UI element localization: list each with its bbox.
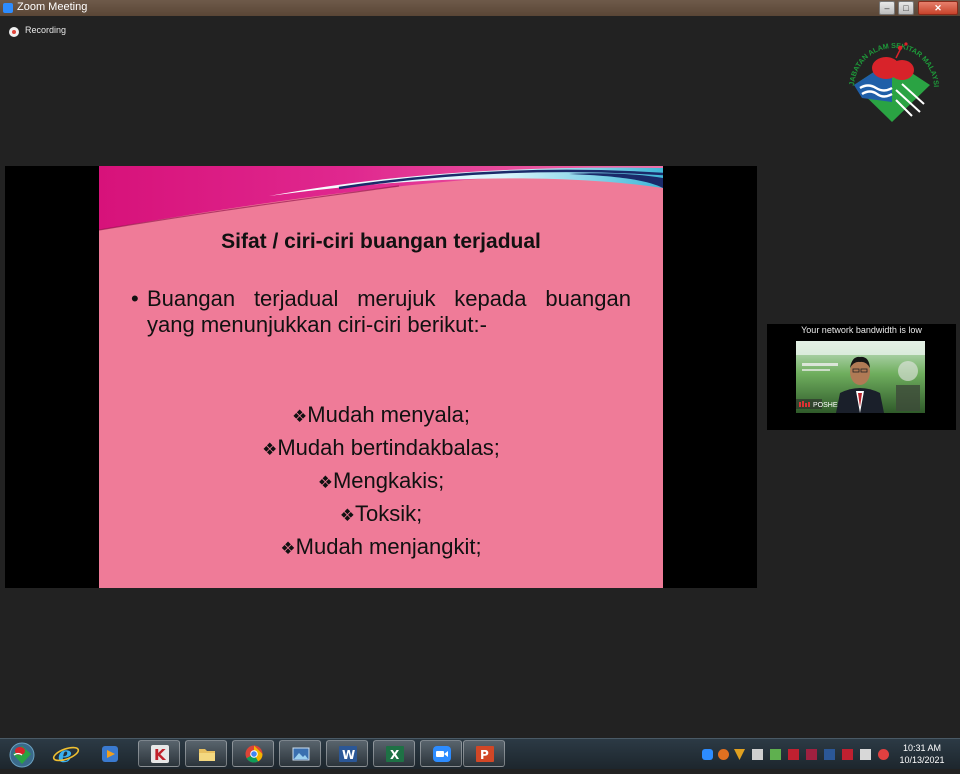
action-center-icon[interactable] (860, 749, 871, 760)
kaspersky-icon[interactable]: K (138, 740, 180, 767)
tray-app-icon[interactable] (752, 749, 763, 760)
jas-logo: JABATAN ALAM SEKITAR MALAYSIA (837, 23, 946, 126)
slide-bullet: • Buangan terjadual merujuk kepada buang… (131, 286, 631, 338)
participant-video[interactable]: POSHE (796, 341, 925, 413)
network-warning-icon[interactable] (734, 749, 745, 760)
ie-icon[interactable]: e (52, 741, 84, 768)
zoom-app-icon (3, 3, 13, 13)
poshe-label: POSHE (813, 402, 838, 409)
slide-item: ❖Mudah menyala; (292, 402, 470, 427)
svg-text:X: X (390, 748, 400, 762)
slide-title: Sifat / ciri-ciri buangan terjadual (221, 230, 541, 253)
window-title: Zoom Meeting (17, 1, 88, 13)
tray-app-icon[interactable] (842, 749, 853, 760)
start-button[interactable] (5, 741, 37, 768)
diamond-bullet-icon: ❖ (262, 440, 278, 459)
diamond-bullet-icon: ❖ (339, 506, 355, 525)
slide-banner-graphic (99, 166, 663, 231)
excel-icon[interactable]: X (373, 740, 415, 767)
bullet-text: Buangan terjadual merujuk kepada buangan… (147, 286, 631, 337)
close-button[interactable]: ✕ (918, 1, 958, 15)
slide-item: ❖Mengkakis; (317, 468, 445, 493)
svg-text:K: K (154, 746, 167, 763)
slide-item-list: ❖Mudah menyala; ❖Mudah bertindakbalas; ❖… (99, 398, 663, 563)
file-explorer-icon[interactable] (185, 740, 227, 767)
slide-item: ❖Toksik; (339, 501, 423, 526)
photo-viewer-icon[interactable] (279, 740, 321, 767)
participant-video-panel[interactable]: Your network bandwidth is low POSHE (767, 324, 956, 430)
chrome-icon[interactable] (232, 740, 274, 767)
window-title-bar: Zoom Meeting – □ ✕ (0, 0, 960, 16)
kaspersky-tray-icon[interactable] (788, 749, 799, 760)
system-clock[interactable]: 10:31 AM 10/13/2021 (892, 742, 952, 766)
avast-tray-icon[interactable] (718, 749, 729, 760)
maximize-button[interactable]: □ (898, 1, 914, 15)
bullet-marker: • (131, 286, 139, 311)
word-tray-icon[interactable] (824, 749, 835, 760)
slide-item: ❖Mudah bertindakbalas; (262, 435, 500, 460)
powerpoint-icon[interactable]: P (463, 740, 505, 767)
bandwidth-notice: Your network bandwidth is low (801, 325, 922, 335)
svg-text:P: P (480, 748, 489, 762)
diamond-bullet-icon: ❖ (280, 539, 296, 558)
windows-taskbar: e K W X P 10:31 AM 10/13/2021 (0, 738, 960, 769)
clock-time: 10:31 AM (902, 743, 942, 753)
clock-date: 10/13/2021 (899, 755, 945, 765)
zoom-icon[interactable] (420, 740, 462, 767)
slide-item: ❖Mudah menjangkit; (280, 534, 482, 559)
volume-icon[interactable] (878, 749, 889, 760)
media-player-icon[interactable] (96, 741, 128, 767)
recording-icon (9, 27, 19, 37)
svg-text:e: e (58, 742, 72, 767)
recording-label: Recording (25, 25, 67, 35)
presentation-slide: Sifat / ciri-ciri buangan terjadual • Bu… (99, 166, 663, 588)
svg-text:W: W (342, 748, 355, 762)
diamond-bullet-icon: ❖ (317, 473, 333, 492)
minimize-button[interactable]: – (879, 1, 895, 15)
tray-app-icon[interactable] (770, 749, 781, 760)
tray-app-icon[interactable] (806, 749, 817, 760)
word-icon[interactable]: W (326, 740, 368, 767)
zoom-tray-icon[interactable] (702, 749, 713, 760)
diamond-bullet-icon: ❖ (292, 407, 308, 426)
